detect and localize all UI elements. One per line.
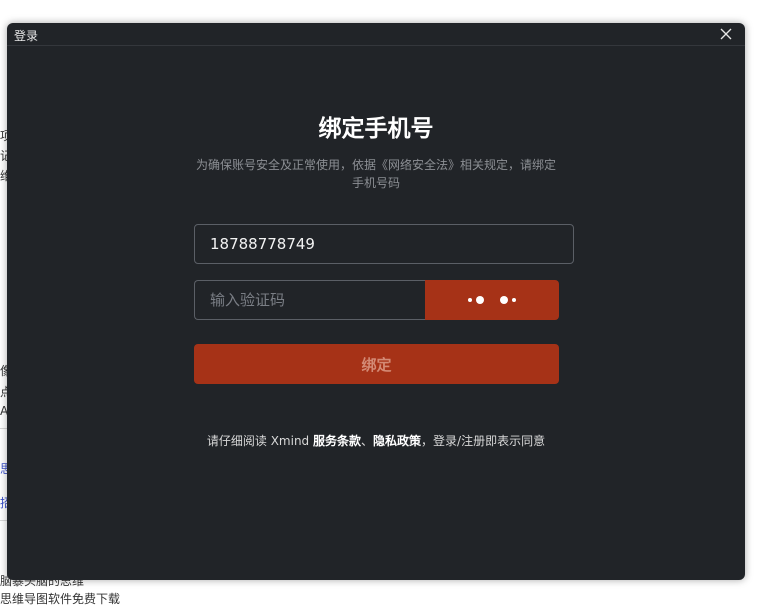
verification-code-input[interactable] [194,280,426,320]
terms-suffix: ，登录/注册即表示同意 [421,434,546,448]
bind-button[interactable]: 绑定 [194,344,559,384]
close-icon [720,28,732,40]
privacy-policy-link[interactable]: 隐私政策 [373,434,421,448]
send-code-button[interactable] [425,280,559,320]
loading-dots-icon [468,296,516,304]
service-terms-link[interactable]: 服务条款 [313,434,361,448]
dialog-title: 登录 [14,29,39,43]
bind-phone-dialog: 登录 绑定手机号 为确保账号安全及正常使用，依据《网络安全法》相关规定，请绑定手… [7,23,745,580]
dialog-titlebar: 登录 [7,23,745,46]
description-text: 为确保账号安全及正常使用，依据《网络安全法》相关规定，请绑定手机号码 [195,158,556,190]
terms-separator: 、 [361,434,374,448]
page-title: 绑定手机号 [318,116,434,142]
terms-prefix: 请仔细阅读 Xmind [206,434,313,448]
terms-notice: 请仔细阅读 Xmind 服务条款、隐私政策，登录/注册即表示同意 [7,432,745,449]
phone-input[interactable] [194,224,574,264]
close-button[interactable] [717,25,735,43]
